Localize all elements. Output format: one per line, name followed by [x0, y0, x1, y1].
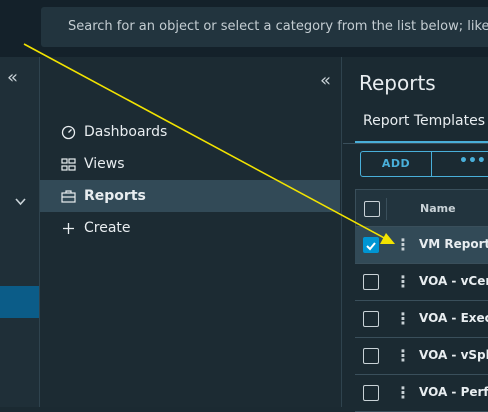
more-actions-button[interactable]: •••	[431, 151, 488, 177]
nav-item-label: Reports	[84, 188, 146, 204]
collapse-panel-icon[interactable]: «	[320, 70, 331, 91]
nav-item-views[interactable]: Views	[40, 148, 340, 180]
column-separator	[386, 198, 387, 220]
nav-item-dashboards[interactable]: Dashboards	[40, 116, 340, 148]
row-checkbox[interactable]	[363, 237, 379, 253]
column-header-name[interactable]: Name	[420, 202, 456, 215]
main-content: Reports Report Templates ADD ••• Name ⋮ …	[343, 57, 488, 412]
nav-item-reports[interactable]: Reports	[40, 180, 340, 212]
reports-icon	[60, 188, 76, 204]
table-row[interactable]: ⋮ VOA - Perfo	[355, 375, 488, 412]
row-checkbox[interactable]	[363, 348, 379, 364]
views-icon	[60, 156, 76, 172]
row-name[interactable]: VOA - Execu	[419, 311, 488, 325]
tab-report-templates[interactable]: Report Templates	[355, 113, 488, 143]
row-actions-icon[interactable]: ⋮	[395, 274, 411, 290]
row-checkbox[interactable]	[363, 385, 379, 401]
table-row[interactable]: ⋮ VOA - vCen	[355, 264, 488, 301]
row-actions-icon[interactable]: ⋮	[395, 311, 411, 327]
table-row[interactable]: ⋮ VOA - vSphe	[355, 338, 488, 375]
nav-item-label: Dashboards	[84, 124, 168, 140]
nav-item-create[interactable]: Create	[40, 212, 340, 244]
add-button[interactable]: ADD	[360, 151, 432, 177]
chevron-down-icon[interactable]	[15, 195, 26, 210]
checkmark-icon	[366, 242, 376, 251]
rail-active-item[interactable]	[0, 286, 39, 318]
collapse-rail-icon[interactable]: «	[7, 67, 18, 88]
dashboard-icon	[60, 124, 76, 140]
row-name[interactable]: VOA - Perfo	[419, 385, 488, 399]
row-actions-icon[interactable]: ⋮	[395, 348, 411, 364]
grid-header: Name	[355, 189, 488, 227]
row-name[interactable]: VM Report	[419, 237, 488, 251]
nav-item-label: Views	[84, 156, 125, 172]
table-row[interactable]: ⋮ VM Report	[355, 227, 488, 264]
global-search-input[interactable]: Search for an object or select a categor…	[41, 7, 488, 47]
left-rail: «	[0, 57, 40, 407]
row-name[interactable]: VOA - vCen	[419, 274, 488, 288]
top-header: Search for an object or select a categor…	[0, 0, 488, 57]
row-checkbox[interactable]	[363, 311, 379, 327]
nav-item-label: Create	[84, 220, 131, 236]
row-actions-icon[interactable]: ⋮	[395, 237, 411, 253]
page-title: Reports	[359, 71, 436, 95]
select-all-checkbox[interactable]	[364, 201, 380, 217]
plus-icon	[60, 220, 76, 236]
tab-divider	[343, 143, 488, 144]
navigation-panel: « Dashboards Views Reports Create	[40, 57, 342, 407]
row-name[interactable]: VOA - vSphe	[419, 348, 488, 362]
table-row[interactable]: ⋮ VOA - Execu	[355, 301, 488, 338]
row-checkbox[interactable]	[363, 274, 379, 290]
row-actions-icon[interactable]: ⋮	[395, 385, 411, 401]
